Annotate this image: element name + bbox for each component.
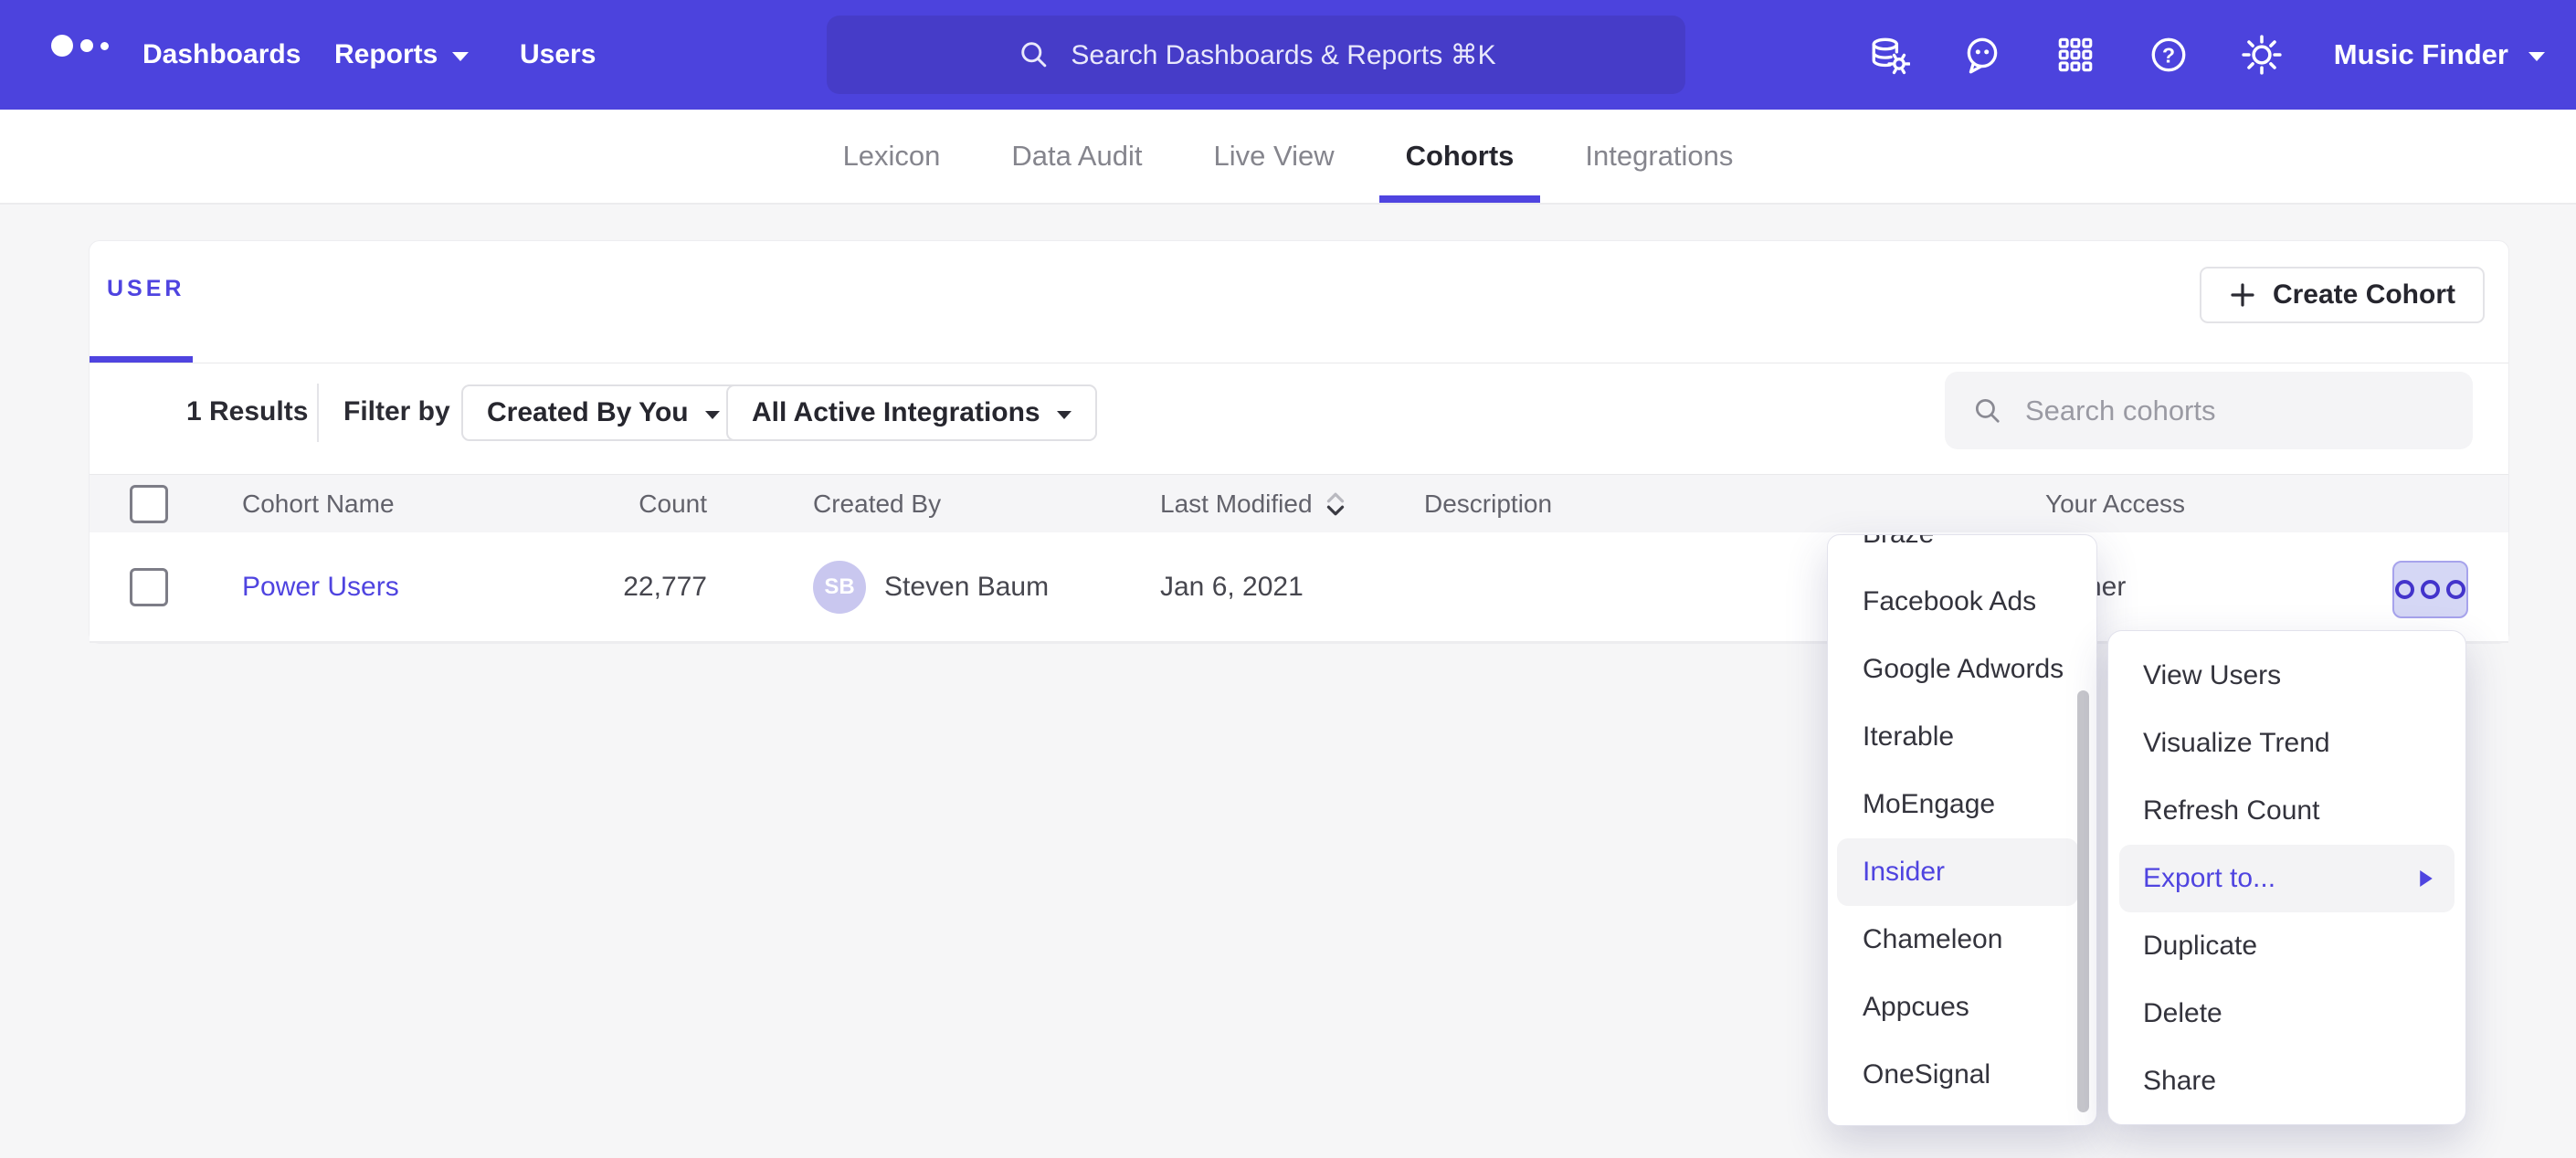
divider bbox=[317, 384, 319, 442]
column-your-access: Your Access bbox=[2045, 475, 2185, 532]
plus-icon bbox=[2229, 281, 2256, 309]
create-cohort-label: Create Cohort bbox=[2273, 279, 2455, 311]
menu-item-refresh-count[interactable]: Refresh Count bbox=[2108, 777, 2465, 845]
table-row: Power Users 22,777 SB Steven Baum Jan 6,… bbox=[90, 532, 2508, 643]
search-icon bbox=[1970, 394, 2005, 428]
dot-icon bbox=[2421, 580, 2440, 599]
tab-label: Cohorts bbox=[1406, 140, 1515, 173]
tab-label: Live View bbox=[1213, 140, 1334, 173]
tab-integrations[interactable]: Integrations bbox=[1585, 110, 1733, 203]
section-tabs: Lexicon Data Audit Live View Cohorts Int… bbox=[0, 110, 2576, 205]
column-created-by: Created By bbox=[813, 475, 941, 532]
nav-link-label: Users bbox=[520, 39, 596, 70]
filter-integrations-dropdown[interactable]: All Active Integrations bbox=[726, 384, 1097, 441]
tab-label: Lexicon bbox=[843, 140, 941, 173]
submenu-item-google-adwords[interactable]: Google Adwords bbox=[1828, 636, 2096, 703]
chevron-down-icon bbox=[1057, 411, 1072, 419]
filter-created-by-dropdown[interactable]: Created By You bbox=[461, 384, 745, 441]
export-destinations-submenu: Braze Facebook Ads Google Adwords Iterab… bbox=[1827, 534, 2097, 1126]
search-cohorts-input[interactable]: Search cohorts bbox=[1945, 372, 2473, 449]
select-all-checkbox[interactable] bbox=[130, 485, 168, 523]
submenu-item-insider[interactable]: Insider bbox=[1837, 838, 2078, 906]
project-name: Music Finder bbox=[2334, 38, 2508, 71]
menu-item-label: Export to... bbox=[2143, 863, 2275, 894]
column-cohort-name: Cohort Name bbox=[242, 475, 395, 532]
created-by-name: Steven Baum bbox=[884, 572, 1049, 603]
tab-cohorts[interactable]: Cohorts bbox=[1406, 110, 1515, 203]
tab-live-view[interactable]: Live View bbox=[1213, 110, 1334, 203]
submenu-arrow-icon bbox=[2420, 870, 2433, 887]
cohorts-panel: USER Create Cohort 1 Results Filter by C… bbox=[89, 240, 2509, 644]
row-actions-button[interactable] bbox=[2392, 561, 2468, 618]
column-last-modified[interactable]: Last Modified bbox=[1160, 475, 1346, 532]
settings-gear-icon[interactable] bbox=[2241, 34, 2283, 76]
dot-icon bbox=[2446, 580, 2465, 599]
cohort-context-menu: View Users Visualize Trend Refresh Count… bbox=[2107, 630, 2466, 1125]
svg-text:?: ? bbox=[2162, 43, 2175, 67]
filter-label: Created By You bbox=[487, 397, 689, 428]
table-header: Cohort Name Count Created By Last Modifi… bbox=[90, 474, 2508, 533]
chevron-down-icon bbox=[705, 411, 720, 419]
last-modified-cell: Jan 6, 2021 bbox=[1160, 532, 1304, 641]
nav-link-reports[interactable]: Reports bbox=[334, 0, 469, 110]
results-count: 1 Results bbox=[186, 396, 308, 427]
sort-descending-icon[interactable] bbox=[1325, 491, 1346, 517]
nav-link-label: Reports bbox=[334, 39, 438, 70]
submenu-item-iterable[interactable]: Iterable bbox=[1828, 703, 2096, 771]
submenu-item-chameleon[interactable]: Chameleon bbox=[1828, 906, 2096, 974]
help-icon[interactable]: ? bbox=[2148, 34, 2190, 76]
filter-label: All Active Integrations bbox=[752, 397, 1040, 428]
created-by-cell: SB Steven Baum bbox=[813, 532, 1049, 641]
cohort-name-link[interactable]: Power Users bbox=[242, 572, 399, 603]
search-cohorts-placeholder: Search cohorts bbox=[2025, 395, 2216, 427]
menu-item-view-users[interactable]: View Users bbox=[2108, 642, 2465, 710]
row-checkbox[interactable] bbox=[130, 568, 168, 606]
tab-user-cohorts[interactable]: USER bbox=[107, 276, 185, 302]
menu-item-duplicate[interactable]: Duplicate bbox=[2108, 912, 2465, 980]
top-nav: Dashboards Reports Users Search Dashboar… bbox=[0, 0, 2576, 110]
column-count: Count bbox=[497, 475, 707, 532]
menu-item-visualize-trend[interactable]: Visualize Trend bbox=[2108, 710, 2465, 777]
filter-by-label: Filter by bbox=[343, 396, 450, 427]
submenu-item-facebook-ads[interactable]: Facebook Ads bbox=[1828, 568, 2096, 636]
menu-item-share[interactable]: Share bbox=[2108, 1047, 2465, 1115]
submenu-item-onesignal[interactable]: OneSignal bbox=[1828, 1041, 2096, 1109]
project-switcher[interactable]: Music Finder bbox=[2334, 38, 2545, 71]
column-label: Last Modified bbox=[1160, 490, 1313, 519]
column-description: Description bbox=[1424, 475, 1552, 532]
feedback-icon[interactable] bbox=[1961, 34, 2003, 76]
dot-icon bbox=[2395, 580, 2414, 599]
apps-grid-icon[interactable] bbox=[2054, 34, 2096, 76]
create-cohort-button[interactable]: Create Cohort bbox=[2200, 267, 2485, 323]
submenu-item-braze[interactable]: Braze bbox=[1828, 534, 2096, 568]
tab-label: Integrations bbox=[1585, 140, 1733, 173]
nav-right-group: ? Music Finder bbox=[1868, 0, 2545, 110]
data-settings-icon[interactable] bbox=[1868, 34, 1910, 76]
search-icon bbox=[1016, 37, 1052, 73]
tab-lexicon[interactable]: Lexicon bbox=[843, 110, 941, 203]
chevron-down-icon bbox=[2528, 52, 2545, 61]
scrollbar-thumb[interactable] bbox=[2077, 690, 2089, 1112]
chevron-down-icon bbox=[452, 52, 469, 61]
nav-link-users[interactable]: Users bbox=[520, 0, 596, 110]
cohort-count: 22,777 bbox=[497, 532, 707, 641]
nav-link-label: Dashboards bbox=[143, 39, 301, 70]
tab-label: Data Audit bbox=[1011, 140, 1142, 173]
menu-item-delete[interactable]: Delete bbox=[2108, 980, 2465, 1047]
submenu-item-appcues[interactable]: Appcues bbox=[1828, 974, 2096, 1041]
menu-item-export-to[interactable]: Export to... bbox=[2119, 845, 2455, 912]
nav-link-dashboards[interactable]: Dashboards bbox=[143, 0, 301, 110]
global-search-placeholder: Search Dashboards & Reports ⌘K bbox=[1071, 39, 1495, 71]
mixpanel-logo-icon[interactable] bbox=[51, 35, 109, 57]
avatar: SB bbox=[813, 561, 866, 614]
submenu-item-moengage[interactable]: MoEngage bbox=[1828, 771, 2096, 838]
global-search-input[interactable]: Search Dashboards & Reports ⌘K bbox=[827, 16, 1685, 94]
tab-data-audit[interactable]: Data Audit bbox=[1011, 110, 1142, 203]
